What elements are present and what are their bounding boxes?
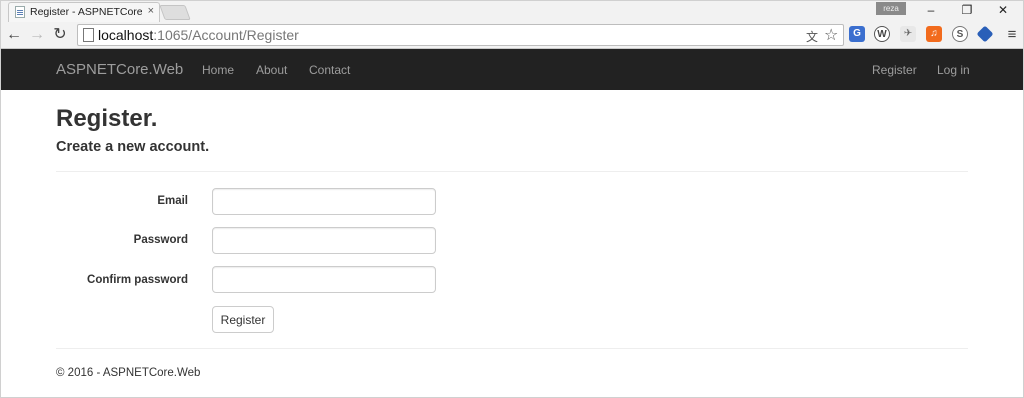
- tab-strip: Register - ASPNETCore.W... × reza – ❐ ✕: [0, 0, 1024, 22]
- translate-page-icon[interactable]: 文: [806, 28, 818, 45]
- forward-icon[interactable]: →: [27, 25, 47, 45]
- site-navbar: ASPNETCore.Web Home About Contact Regist…: [0, 49, 1024, 90]
- page-icon: [83, 28, 94, 42]
- music-ext-icon[interactable]: ♫: [926, 26, 942, 42]
- password-field[interactable]: [212, 227, 436, 254]
- tab-close-icon[interactable]: ×: [148, 5, 154, 17]
- skype-ext-icon[interactable]: S: [952, 26, 968, 42]
- minimize-icon[interactable]: –: [916, 1, 946, 19]
- nav-register-link[interactable]: Register: [872, 63, 917, 77]
- register-button[interactable]: Register: [212, 306, 274, 333]
- address-url[interactable]: localhost:1065/Account/Register: [98, 27, 299, 43]
- password-label: Password: [133, 234, 188, 246]
- back-icon[interactable]: ←: [4, 25, 24, 45]
- footer-text: © 2016 - ASPNETCore.Web: [56, 367, 201, 379]
- feedly-ext-icon[interactable]: [976, 25, 994, 43]
- profile-badge[interactable]: reza: [876, 2, 906, 15]
- page-title: Register.: [56, 105, 158, 132]
- nav-contact-link[interactable]: Contact: [309, 63, 350, 77]
- translate-ext-icon[interactable]: G: [849, 26, 865, 42]
- divider: [56, 171, 968, 172]
- new-tab-button[interactable]: [159, 5, 191, 20]
- browser-toolbar: ← → ↻ localhost:1065/Account/Register 文 …: [0, 22, 1024, 49]
- nav-home-link[interactable]: Home: [202, 63, 234, 77]
- wordpress-ext-icon[interactable]: W: [874, 26, 890, 42]
- page-subtitle: Create a new account.: [56, 139, 210, 155]
- page-favicon-icon: [15, 6, 25, 18]
- email-field[interactable]: [212, 188, 436, 215]
- nav-login-link[interactable]: Log in: [937, 63, 970, 77]
- reload-icon[interactable]: ↻: [50, 25, 70, 45]
- menu-icon[interactable]: ≡: [1002, 25, 1022, 45]
- browser-tab[interactable]: Register - ASPNETCore.W... ×: [8, 2, 160, 22]
- confirm-password-label: Confirm password: [87, 274, 188, 286]
- address-bar[interactable]: localhost:1065/Account/Register 文 ☆: [77, 24, 844, 46]
- email-label: Email: [157, 195, 188, 207]
- tab-title: Register - ASPNETCore.W...: [30, 6, 142, 18]
- brand-link[interactable]: ASPNETCore.Web: [56, 61, 183, 78]
- flight-ext-icon[interactable]: ✈: [900, 26, 916, 42]
- restore-icon[interactable]: ❐: [952, 1, 982, 19]
- close-window-icon[interactable]: ✕: [988, 1, 1018, 19]
- footer-divider: [56, 348, 968, 349]
- nav-about-link[interactable]: About: [256, 63, 287, 77]
- confirm-password-field[interactable]: [212, 266, 436, 293]
- bookmark-star-icon[interactable]: ☆: [824, 25, 838, 45]
